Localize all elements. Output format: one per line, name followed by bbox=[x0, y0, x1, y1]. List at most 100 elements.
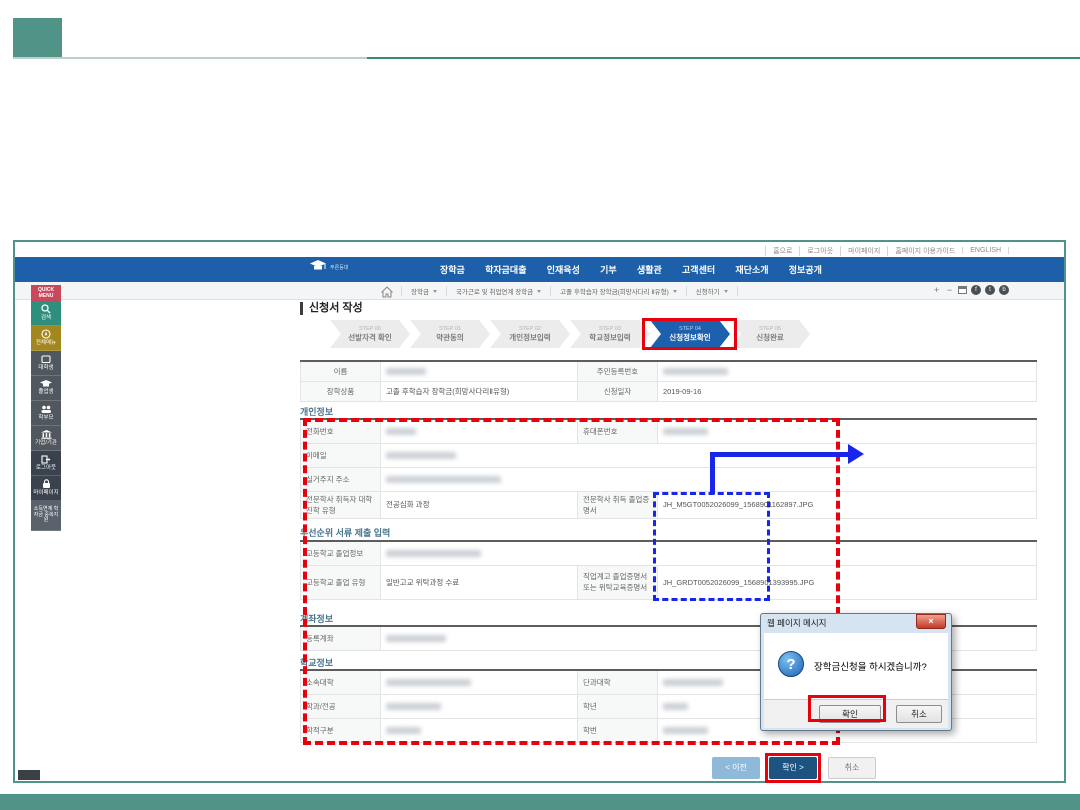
sidebar-item-corporation[interactable]: 기업/기관 bbox=[31, 426, 61, 451]
previous-button[interactable]: < 이전 bbox=[712, 757, 760, 779]
facebook-icon[interactable]: f bbox=[971, 285, 981, 295]
email-label: 이메일 bbox=[301, 443, 381, 467]
sidebar-item-university-student[interactable]: 대학생 bbox=[31, 351, 61, 376]
nav-item-dormitory[interactable]: 생활관 bbox=[637, 263, 662, 276]
date-value: 2019-09-16 bbox=[658, 381, 1037, 401]
dialog-cancel-button[interactable]: 취소 bbox=[896, 705, 942, 723]
status-value bbox=[381, 718, 578, 742]
nav-menu: 장학금 학자금대출 인재육성 기부 생활관 고객센터 재단소개 정보공개 bbox=[440, 257, 822, 282]
univ-value bbox=[381, 670, 578, 694]
print-icon[interactable] bbox=[958, 286, 967, 294]
product-value: 고졸 후학습자 장학금(희망사다리Ⅱ유형) bbox=[381, 381, 578, 401]
slide-title-placeholder bbox=[13, 18, 62, 57]
compass-icon bbox=[41, 329, 51, 339]
bank-icon bbox=[41, 430, 52, 439]
chevron-down-icon bbox=[537, 290, 541, 293]
nav-item-loans[interactable]: 학자금대출 bbox=[485, 263, 526, 276]
univ-label: 소속대학 bbox=[301, 670, 381, 694]
sidebar-item-logout[interactable]: 로그아웃 bbox=[31, 451, 61, 476]
kosaf-logo[interactable]: 푸른등대 한국장학재단 bbox=[310, 259, 348, 277]
slide-divider bbox=[13, 57, 1080, 59]
question-icon: ? bbox=[778, 651, 804, 677]
dialog-message: 장학금신청을 하시겠습니까? bbox=[814, 659, 927, 673]
search-icon bbox=[41, 304, 51, 314]
step-5-complete: STEP 05신청완료 bbox=[730, 320, 810, 348]
college-label: 단과대학 bbox=[578, 670, 658, 694]
breadcrumb-bar: 장학금 국가근로 및 취업연계 장학금 고졸 후학습자 장학금(희망사다리 Ⅱ유… bbox=[15, 282, 1064, 300]
zoom-in-icon[interactable]: + bbox=[932, 285, 941, 295]
logout-icon bbox=[41, 455, 51, 464]
hs-type-label: 고등학교 졸업 유형 bbox=[301, 565, 381, 599]
nav-item-donation[interactable]: 기부 bbox=[600, 263, 617, 276]
nav-item-service-center[interactable]: 고객센터 bbox=[682, 263, 715, 276]
sidebar-item-graduate[interactable]: 졸업생 bbox=[31, 376, 61, 401]
product-label: 장학상품 bbox=[301, 381, 381, 401]
phone-label: 전화번호 bbox=[301, 419, 381, 443]
slide-bottom-bar bbox=[0, 794, 1080, 810]
name-value bbox=[381, 361, 578, 381]
page-tools: + − f t b bbox=[932, 285, 1009, 295]
hs-type-value: 일반고교 위탁과정 수료 bbox=[381, 565, 578, 599]
doc-file: JH_GRDT0052026099_1568901393995.JPG bbox=[658, 565, 1037, 599]
breadcrumb-dropdown-apply[interactable]: 신청하기 bbox=[687, 286, 738, 296]
chevron-down-icon bbox=[724, 290, 728, 293]
home-icon[interactable] bbox=[381, 285, 393, 297]
table-row: 전문학사 취득자 대학 진학 유형 전공심화 과정 전문학사 취득 졸업증명서 … bbox=[301, 491, 1037, 518]
step-1-terms: STEP 01약관동의 bbox=[410, 320, 490, 348]
applicant-summary-table: 이름 주민등록번호 장학상품 고졸 후학습자 장학금(희망사다리Ⅱ유형) 신청일… bbox=[300, 360, 1037, 402]
nav-item-scholarship[interactable]: 장학금 bbox=[440, 263, 465, 276]
page-title: 신청서 작성 bbox=[300, 302, 363, 315]
blog-icon[interactable]: b bbox=[999, 285, 1009, 295]
logo-subtext: 푸른등대 bbox=[330, 266, 348, 271]
section-title-personal: 개인정보 bbox=[300, 405, 333, 418]
date-label: 신청일자 bbox=[578, 381, 658, 401]
table-row: 고등학교 졸업 유형 일반고교 위탁과정 수료 직업계고 졸업증명서 또는 위탁… bbox=[301, 565, 1037, 599]
priority-doc-table: 고등학교 졸업정보 고등학교 졸업 유형 일반고교 위탁과정 수료 직업계고 졸… bbox=[300, 540, 1037, 600]
utility-link-english[interactable]: ENGLISH bbox=[962, 247, 1009, 254]
people-icon bbox=[40, 405, 52, 414]
utility-link-mypage[interactable]: 마이페이지 bbox=[840, 246, 887, 256]
twitter-icon[interactable]: t bbox=[985, 285, 995, 295]
table-row: 이메일 bbox=[301, 443, 1037, 467]
dialog-ok-button[interactable]: 확인 bbox=[819, 705, 881, 723]
rrn-label: 주민등록번호 bbox=[578, 361, 658, 381]
utility-bar: 홈으로 로그아웃 마이페이지 홈페이지 이용가이드 ENGLISH bbox=[765, 244, 1009, 257]
grad-cert-label: 전문학사 취득 졸업증명서 bbox=[578, 491, 658, 518]
sidebar-item-allmenu[interactable]: 전체메뉴 bbox=[31, 326, 61, 351]
table-row: 실거주지 주소 bbox=[301, 467, 1037, 491]
sidebar-item-search[interactable]: 검색 bbox=[31, 301, 61, 326]
footer-fragment bbox=[18, 770, 40, 780]
quick-menu-sidebar: QUICK MENU 검색 전체메뉴 대학생 졸업생 학부모 기업/기관 로그아… bbox=[31, 285, 61, 531]
nav-item-talent[interactable]: 인재육성 bbox=[547, 263, 580, 276]
table-row: 이름 주민등록번호 bbox=[301, 361, 1037, 381]
book-icon bbox=[41, 355, 51, 364]
nav-item-about[interactable]: 재단소개 bbox=[735, 263, 768, 276]
step-4-confirm-info: STEP 04신청정보확인 bbox=[650, 320, 730, 348]
dialog-footer: 확인 취소 bbox=[764, 699, 948, 728]
section-title-school: 학교정보 bbox=[300, 656, 333, 669]
sidebar-item-parents[interactable]: 학부모 bbox=[31, 401, 61, 426]
utility-link-home[interactable]: 홈으로 bbox=[765, 246, 799, 256]
sidebar-item-mypage[interactable]: 마이페이지 bbox=[31, 476, 61, 501]
utility-link-guide[interactable]: 홈페이지 이용가이드 bbox=[887, 246, 962, 256]
grad-cap-icon bbox=[40, 380, 52, 388]
step-2-personal: STEP 02개인정보입력 bbox=[490, 320, 570, 348]
breadcrumb-dropdown-program[interactable]: 고졸 후학습자 장학금(희망사다리 Ⅱ유형) bbox=[551, 286, 687, 296]
hs-info-label: 고등학교 졸업정보 bbox=[301, 541, 381, 565]
mobile-value bbox=[658, 419, 1037, 443]
cancel-button[interactable]: 취소 bbox=[828, 757, 876, 779]
webpage-message-dialog: 웹 페이지 메시지 × ? 장학금신청을 하시겠습니까? 확인 취소 bbox=[760, 613, 952, 731]
dept-value bbox=[381, 694, 578, 718]
main-navbar: 푸른등대 한국장학재단 장학금 학자금대출 인재육성 기부 생활관 고객센터 재… bbox=[15, 257, 1064, 282]
entrance-type-label: 전문학사 취득자 대학 진학 유형 bbox=[301, 491, 381, 518]
breadcrumb-dropdown-workstudy[interactable]: 국가근로 및 취업연계 장학금 bbox=[447, 286, 551, 296]
confirm-button[interactable]: 확인 > bbox=[769, 757, 817, 779]
phone-value bbox=[381, 419, 578, 443]
utility-link-logout[interactable]: 로그아웃 bbox=[799, 246, 840, 256]
breadcrumb-dropdown-scholarship[interactable]: 장학금 bbox=[401, 286, 447, 296]
sidebar-item-income-linked[interactable]: 소득연계 학자금 중복지원 bbox=[31, 501, 61, 531]
zoom-out-icon[interactable]: − bbox=[945, 285, 954, 295]
close-icon[interactable]: × bbox=[916, 614, 946, 629]
nav-item-disclosure[interactable]: 정보공개 bbox=[789, 263, 822, 276]
dept-label: 학과/전공 bbox=[301, 694, 381, 718]
